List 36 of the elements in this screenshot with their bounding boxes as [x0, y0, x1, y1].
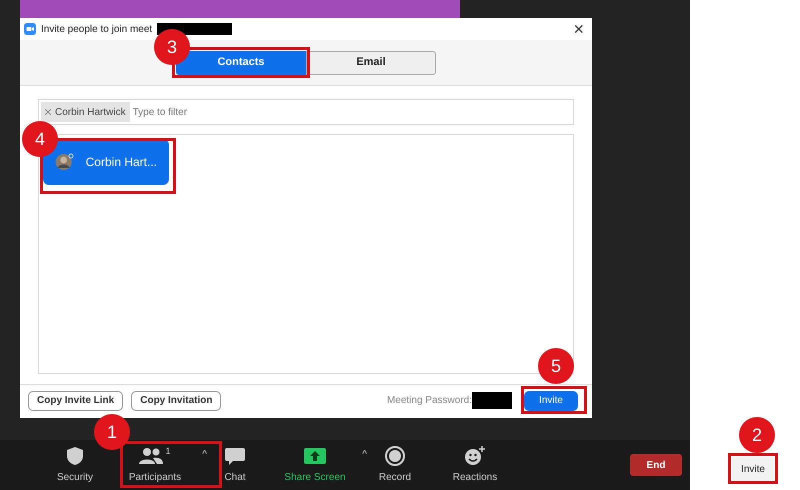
- share-screen-icon: [304, 448, 326, 464]
- remove-icon[interactable]: [45, 109, 51, 115]
- app-logo-icon: [24, 23, 36, 35]
- smiley-plus-icon: [464, 446, 486, 466]
- invite-button[interactable]: Invite: [732, 457, 774, 481]
- contact-name: Corbin Hart...: [86, 154, 157, 171]
- toolbar-button[interactable]: Security: [56, 445, 94, 485]
- end-button[interactable]: End: [630, 454, 682, 476]
- highlight-frame: [521, 386, 587, 414]
- password-label: Meeting Password:: [386, 394, 472, 408]
- copy-button[interactable]: Copy Invitation: [131, 390, 222, 410]
- contact-tile[interactable]: Corbin Hart...: [43, 139, 169, 185]
- chat-bubble-icon: [225, 447, 245, 465]
- recipient-chip[interactable]: Corbin Hartwick: [41, 102, 130, 122]
- participant-count: 1: [165, 445, 170, 458]
- copy-button[interactable]: Copy Invite Link: [28, 390, 124, 410]
- toolbar-button[interactable]: Reactions: [452, 445, 498, 485]
- record-icon: [385, 446, 405, 466]
- filter-field[interactable]: Corbin Hartwick Type to filter: [38, 99, 574, 125]
- chip-label: Corbin Hartwick: [55, 106, 126, 120]
- invite-button[interactable]: Invite: [524, 390, 578, 410]
- people-icon: [139, 447, 164, 465]
- close-button[interactable]: ×: [569, 20, 588, 38]
- highlight-frame: [728, 453, 778, 484]
- toolbar-button[interactable]: Share Screen: [284, 445, 346, 485]
- toolbar-button[interactable]: Record: [378, 445, 412, 485]
- caret-icon[interactable]: ^: [202, 447, 207, 462]
- tab[interactable]: Email: [306, 50, 436, 74]
- toolbar-button[interactable]: 1 Participants: [128, 445, 182, 485]
- tab[interactable]: Contacts: [176, 50, 306, 74]
- filter-input[interactable]: Type to filter: [132, 104, 571, 120]
- toolbar-button[interactable]: Chat: [224, 445, 246, 485]
- caret-icon[interactable]: ^: [362, 447, 367, 462]
- dialog-title: Invite people to join meet: [41, 22, 152, 36]
- shield-icon: [66, 446, 84, 466]
- redaction-bar: [472, 392, 512, 409]
